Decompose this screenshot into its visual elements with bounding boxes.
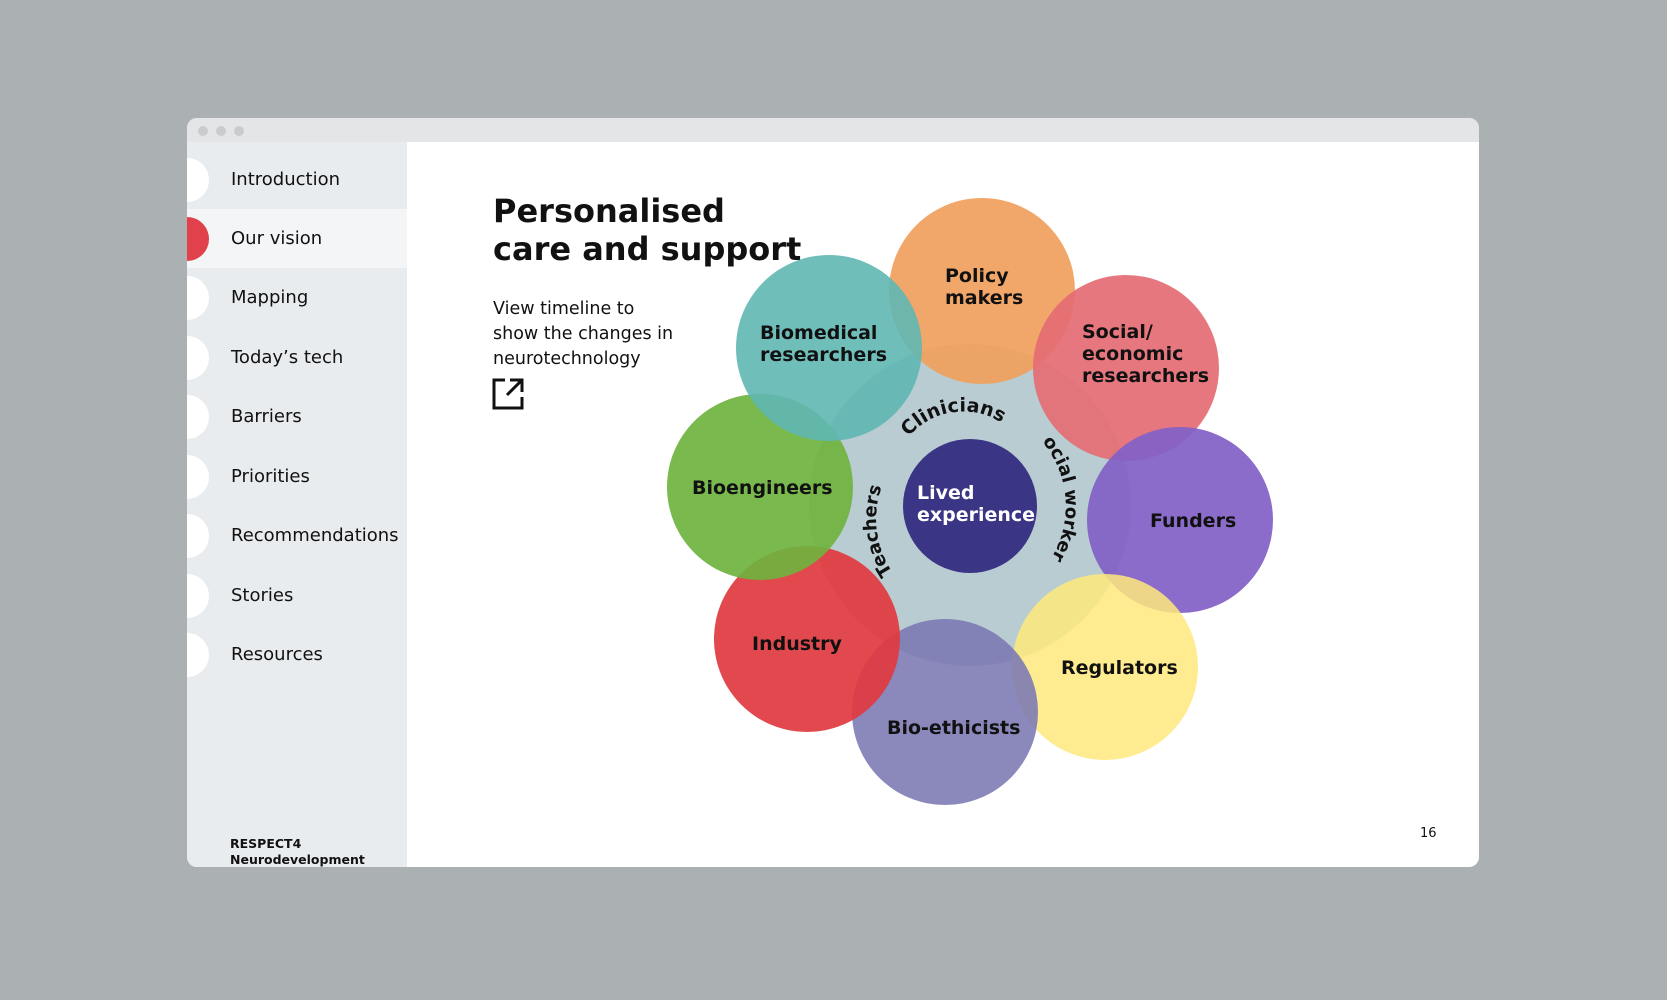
petal-label-biomedical-researchers: Biomedical researchers: [760, 322, 887, 366]
center-label-line: experience: [917, 504, 1035, 526]
petal-label-policy-makers: Policy makers: [945, 265, 1023, 309]
petal-label-funders: Funders: [1150, 510, 1236, 532]
stakeholder-diagram: Lived experience Clinicians Social worke…: [0, 0, 1273, 805]
center-label-line: Lived: [917, 482, 975, 504]
petal-label-bio-ethicists: Bio-ethicists: [887, 717, 1020, 739]
petal-label-industry: Industry: [752, 633, 842, 655]
petal-label-regulators: Regulators: [1061, 657, 1178, 679]
petal-label-bioengineers: Bioengineers: [692, 477, 833, 499]
